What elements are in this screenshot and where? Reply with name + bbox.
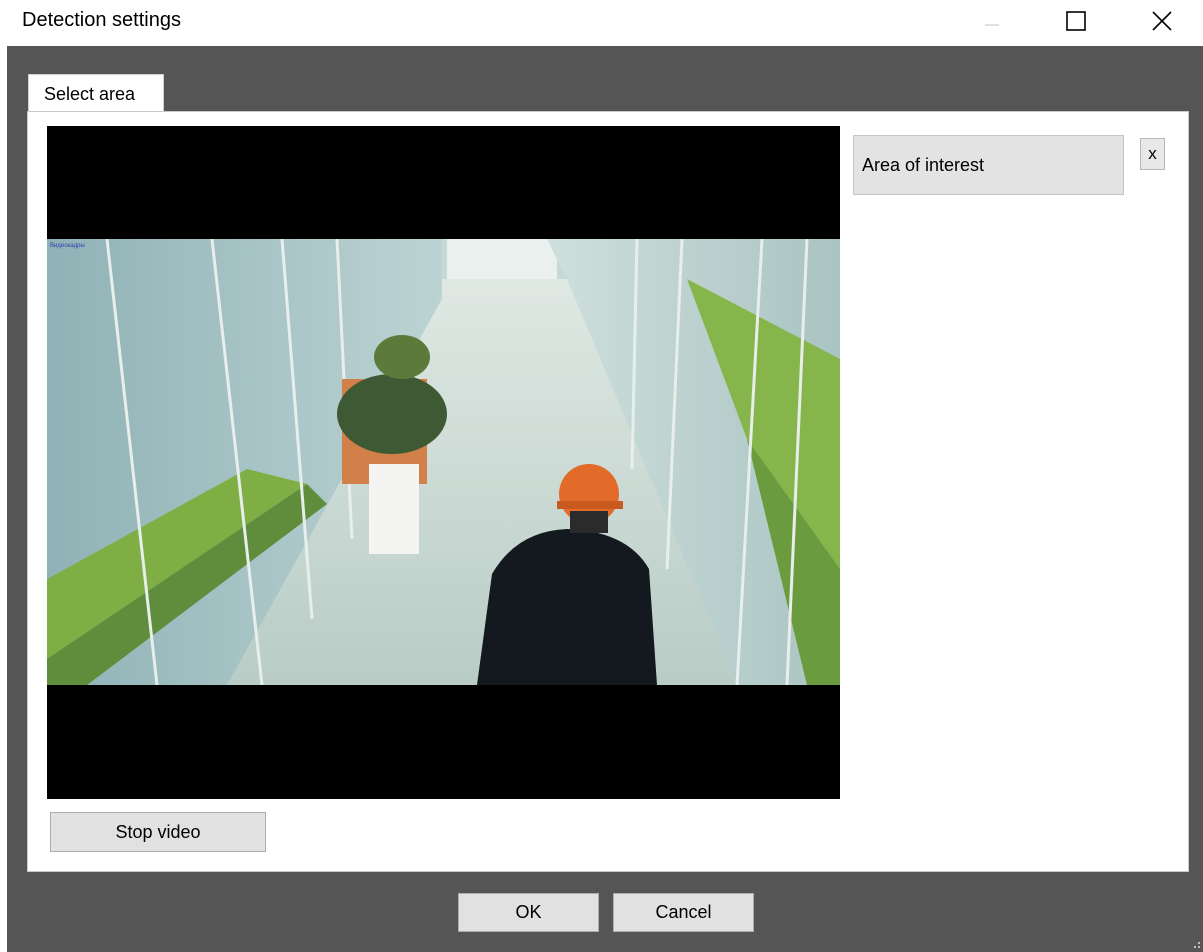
remove-area-button[interactable]: x [1140,138,1165,170]
minimize-icon [985,24,999,26]
tab-select-area[interactable]: Select area [28,74,164,112]
camera-overlay-label: Видеокадры [50,243,85,249]
stop-video-button[interactable]: Stop video [50,812,266,852]
camera-frame-image [47,239,840,685]
close-button[interactable] [1138,0,1186,42]
ok-button[interactable]: OK [458,893,599,932]
minimize-button[interactable] [968,0,1016,42]
title-bar: Detection settings [0,0,1203,46]
video-preview[interactable]: Видеокадры [47,126,840,799]
maximize-button[interactable] [1052,0,1100,42]
maximize-icon [1066,11,1086,31]
area-list-item[interactable]: Area of interest [853,135,1124,195]
resize-grip-icon[interactable] [1192,940,1202,950]
close-icon [1152,11,1172,31]
window-title: Detection settings [22,9,181,31]
cancel-button[interactable]: Cancel [613,893,754,932]
